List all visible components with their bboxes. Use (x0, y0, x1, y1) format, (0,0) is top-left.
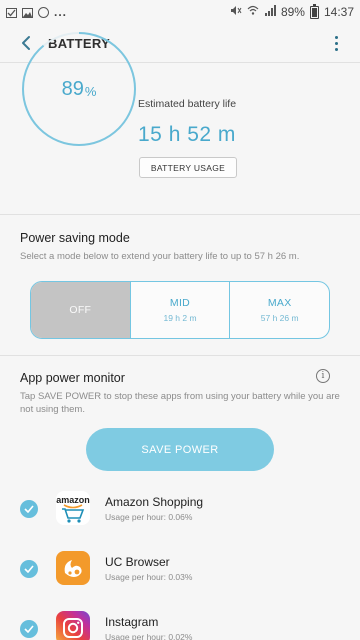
status-ellipsis: ... (54, 5, 68, 19)
mode-off[interactable]: OFF (31, 282, 130, 338)
mode-time: 57 h 26 m (260, 313, 299, 323)
app-monitor-description: Tap SAVE POWER to stop these apps from u… (20, 391, 340, 415)
checkbox-icon[interactable] (20, 620, 38, 638)
mode-name: MAX (267, 297, 292, 309)
image-icon (22, 7, 33, 18)
battery-percent-sign: % (84, 83, 97, 99)
app-usage: Usage per hour: 0.06% (105, 512, 193, 522)
signal-icon (264, 5, 276, 19)
status-left: ... (6, 5, 67, 19)
app-usage: Usage per hour: 0.03% (105, 572, 193, 582)
power-mode-selector: OFF MID 19 h 2 m MAX 57 h 26 m (30, 281, 330, 339)
mode-name: MID (169, 297, 191, 309)
save-power-button[interactable]: SAVE POWER (86, 428, 274, 471)
app-monitor-section: App power monitor Tap SAVE POWER to stop… (0, 371, 360, 416)
info-icon[interactable]: i (316, 369, 330, 383)
app-usage: Usage per hour: 0.02% (105, 632, 193, 640)
app-name: Amazon Shopping (105, 495, 204, 509)
amazon-icon: amazon (56, 491, 90, 525)
battery-percent: 89% (280, 5, 305, 19)
app-name: Instagram (105, 615, 159, 629)
battery-usage-button[interactable]: BATTERY USAGE (139, 157, 237, 178)
more-dot (334, 47, 338, 51)
mode-max[interactable]: MAX 57 h 26 m (229, 282, 329, 338)
app-name: UC Browser (105, 555, 170, 569)
estimated-life-value: 15 h 52 m (138, 123, 236, 146)
wifi-calling-icon (247, 5, 259, 19)
app-row-instagram[interactable]: Instagram Usage per hour: 0.02% (0, 600, 360, 640)
battery-percent-value: 89 (61, 77, 84, 100)
check-icon (6, 7, 17, 18)
cat-icon (38, 6, 49, 18)
mode-mid[interactable]: MID 19 h 2 m (129, 282, 230, 338)
status-bar: ... 89% 14:37 (0, 0, 360, 24)
instagram-icon (56, 611, 90, 640)
power-saving-description: Select a mode below to extend your batte… (20, 251, 300, 262)
svg-text:amazon: amazon (56, 495, 90, 505)
checkbox-icon[interactable] (20, 500, 38, 518)
more-dot (334, 41, 338, 45)
uc-browser-icon (56, 551, 90, 585)
app-row-uc-browser[interactable]: UC Browser Usage per hour: 0.03% (0, 540, 360, 600)
power-saving-title: Power saving mode (20, 231, 130, 245)
mode-name: OFF (69, 304, 92, 316)
mute-icon (230, 5, 242, 19)
divider (0, 214, 360, 215)
more-dot (334, 35, 338, 39)
clock: 14:37 (323, 5, 354, 19)
estimated-life-label: Estimated battery life (138, 98, 237, 110)
more-options-button[interactable] (326, 33, 346, 53)
divider (0, 355, 360, 356)
power-saving-section: Power saving mode Select a mode below to… (0, 231, 360, 263)
checkbox-icon[interactable] (20, 560, 38, 578)
mode-time: 19 h 2 m (163, 313, 197, 323)
app-row-amazon[interactable]: amazon Amazon Shopping Usage per hour: 0… (0, 480, 360, 540)
app-monitor-title: App power monitor (20, 371, 125, 385)
battery-percent-display: 89% (20, 30, 138, 148)
status-right: 89% 14:37 (230, 3, 354, 19)
battery-icon (309, 3, 319, 19)
